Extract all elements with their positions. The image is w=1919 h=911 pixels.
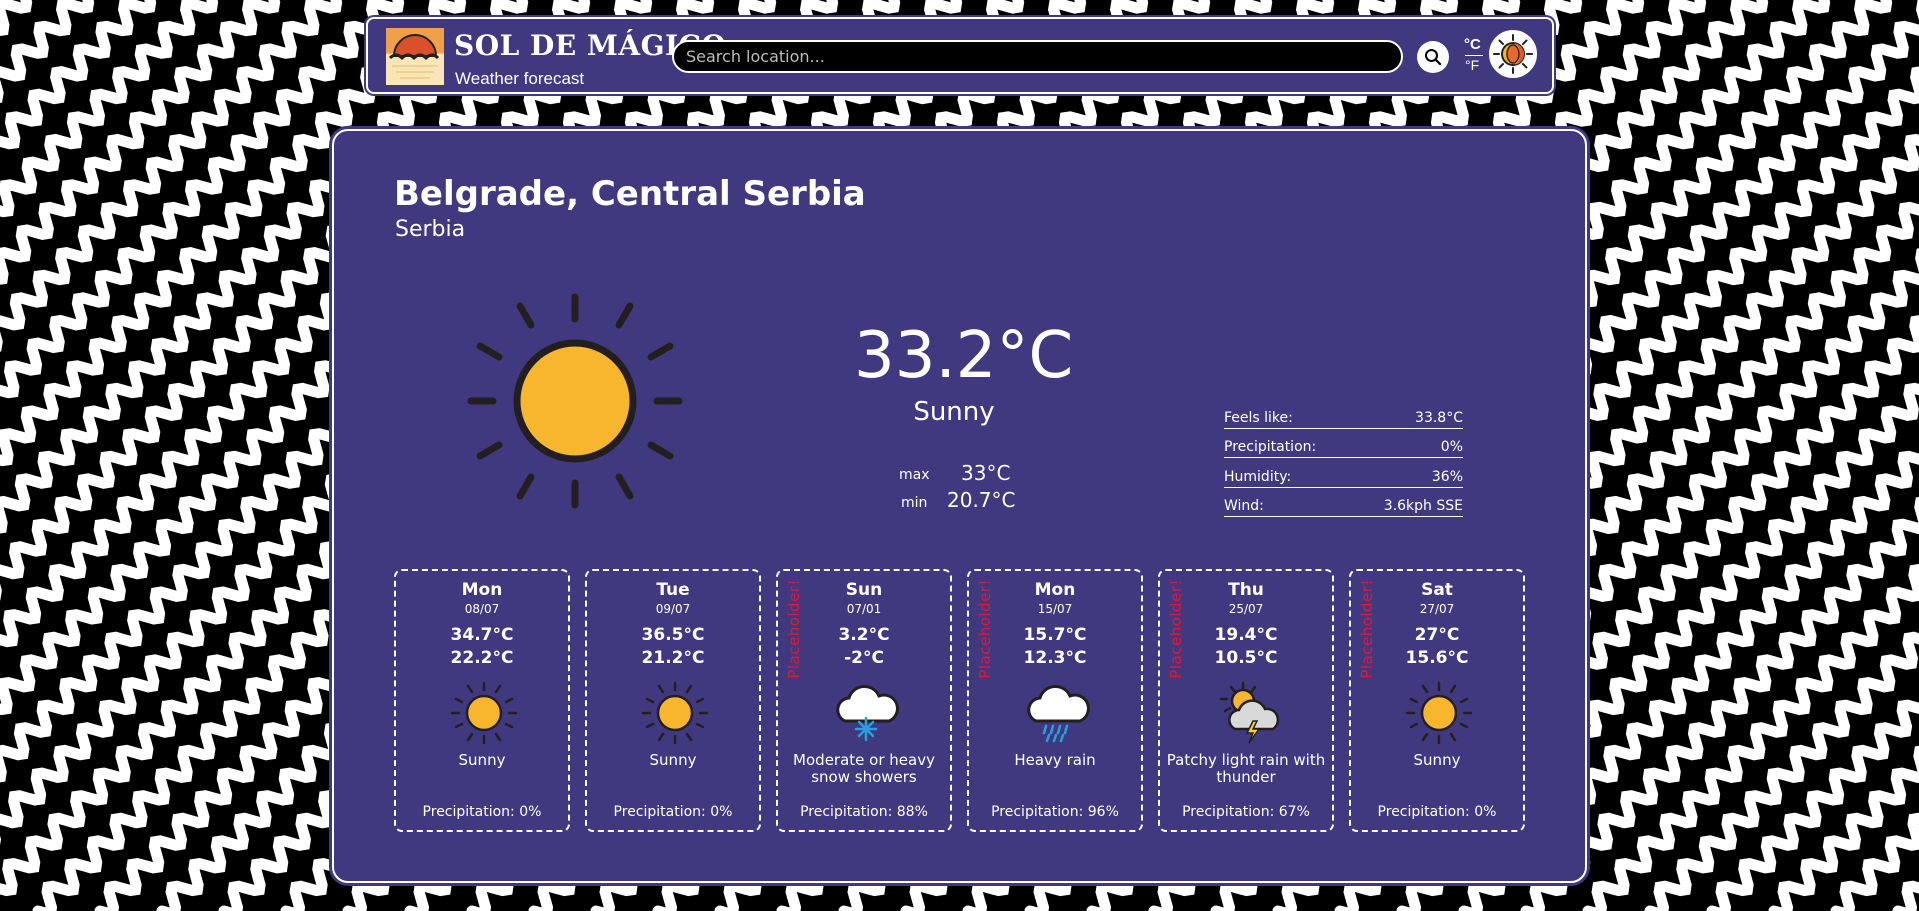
forecast-min: -2°C [844, 648, 884, 668]
app-tagline: Weather forecast [455, 69, 585, 88]
app-logo [386, 28, 444, 85]
rain-cloud-icon [1027, 685, 1090, 743]
forecast-date: 07/01 [846, 602, 882, 616]
forecast-precipitation: Precipitation: 0% [422, 804, 542, 820]
forecast-precipitation: Precipitation: 0% [613, 804, 733, 820]
forecast-date: 15/07 [1037, 602, 1073, 616]
min-label: min [901, 495, 928, 511]
sun-icon [450, 681, 518, 745]
forecast-card[interactable]: Placeholder! Mon 15/07 15.7°C 12.3°C Hea… [967, 569, 1143, 832]
search-input[interactable] [672, 40, 1403, 73]
forecast-max: 36.5°C [641, 625, 705, 645]
forecast-min: 21.2°C [641, 648, 705, 668]
current-condition: Sunny [913, 397, 995, 427]
forecast-max: 15.7°C [1023, 625, 1087, 645]
forecast-max: 3.2°C [838, 625, 890, 645]
forecast-min: 10.5°C [1214, 648, 1278, 668]
forecast-date: 08/07 [464, 602, 500, 616]
detail-value: 36% [1431, 468, 1463, 485]
forecast-max: 34.7°C [450, 625, 514, 645]
forecast-max: 19.4°C [1214, 625, 1278, 645]
forecast-date: 25/07 [1228, 602, 1264, 616]
forecast-day: Tue [656, 580, 690, 600]
sun-icon [467, 293, 683, 509]
forecast-precipitation: Precipitation: 67% [1182, 804, 1310, 820]
unit-celsius: °C [1464, 36, 1481, 53]
forecast-day: Thu [1228, 580, 1264, 600]
forecast-day: Sun [845, 580, 883, 600]
detail-row-feels-like: Feels like: 33.8°C [1224, 399, 1463, 429]
forecast-day: Mon [1034, 580, 1076, 600]
details-list: Feels like: 33.8°C Precipitation: 0% Hum… [1224, 399, 1463, 517]
detail-label: Humidity: [1224, 468, 1292, 485]
current-temperature: 33.2°C [854, 319, 1074, 393]
city-name: Belgrade, Central Serbia [394, 174, 866, 214]
forecast-condition: Sunny [1413, 751, 1461, 769]
theme-toggle-button[interactable] [1489, 30, 1537, 78]
forecast-condition: Moderate or heavy snow showers [793, 751, 935, 786]
forecast-max: 27°C [1414, 625, 1460, 645]
detail-label: Wind: [1224, 498, 1264, 514]
thunder-sun-cloud-icon [1219, 681, 1280, 744]
country-name: Serbia [395, 217, 466, 242]
detail-row-precipitation: Precipitation: 0% [1224, 429, 1463, 458]
sun-icon [641, 681, 709, 745]
snow-cloud-icon [836, 685, 899, 742]
forecast-day: Sat [1421, 580, 1453, 600]
forecast-condition: Patchy light rain with thunder [1166, 751, 1326, 786]
detail-label: Precipitation: [1224, 439, 1317, 455]
detail-value: 3.6kph SSE [1383, 498, 1463, 514]
search-icon [1425, 49, 1442, 66]
forecast-precipitation: Precipitation: 96% [991, 804, 1119, 820]
detail-value: 33.8°C [1415, 409, 1463, 426]
forecast-date: 09/07 [655, 602, 691, 616]
forecast-min: 22.2°C [450, 648, 514, 668]
detail-value: 0% [1440, 439, 1463, 455]
forecast-precipitation: Precipitation: 88% [800, 804, 928, 820]
forecast-condition: Sunny [458, 751, 506, 769]
min-value: 20.7°C [947, 488, 1016, 512]
forecast-condition: Sunny [649, 751, 697, 769]
unit-fahrenheit: °F [1465, 57, 1480, 73]
max-label: max [899, 467, 930, 483]
unit-divider [1465, 55, 1483, 56]
detail-row-wind: Wind: 3.6kph SSE [1224, 488, 1463, 517]
forecast-precipitation: Precipitation: 0% [1377, 804, 1497, 820]
sun-moon-icon [1493, 34, 1533, 74]
wave-stripe [0, 0, 183, 911]
forecast-min: 15.6°C [1405, 648, 1469, 668]
search-button[interactable] [1417, 41, 1449, 73]
forecast-min: 12.3°C [1023, 648, 1087, 668]
sun-icon [1405, 681, 1473, 745]
forecast-day: Mon [461, 580, 503, 600]
forecast-card[interactable]: Placeholder! Thu 25/07 19.4°C 10.5°C Pat… [1158, 569, 1334, 832]
weather-card: Belgrade, Central Serbia Serbia 33.2°C S… [332, 129, 1587, 883]
app-header: SOL DE MÁGICO Weather forecast °C °F [366, 17, 1554, 94]
forecast-date: 27/07 [1419, 602, 1455, 616]
detail-row-humidity: Humidity: 36% [1224, 458, 1463, 488]
forecast-card[interactable]: Placeholder! Sat 27/07 27°C 15.6°C Sunny… [1349, 569, 1525, 832]
max-value: 33°C [961, 461, 1011, 485]
detail-label: Feels like: [1224, 409, 1293, 426]
unit-toggle-button[interactable]: °C °F [1453, 34, 1493, 78]
forecast-card[interactable]: Tue 09/07 36.5°C 21.2°C Sunny Precipitat… [585, 569, 761, 832]
forecast-card[interactable]: Placeholder! Sun 07/01 3.2°C -2°C Modera… [776, 569, 952, 832]
forecast-card[interactable]: Mon 08/07 34.7°C 22.2°C Sunny Precipitat… [394, 569, 570, 832]
forecast-condition: Heavy rain [1014, 751, 1096, 769]
